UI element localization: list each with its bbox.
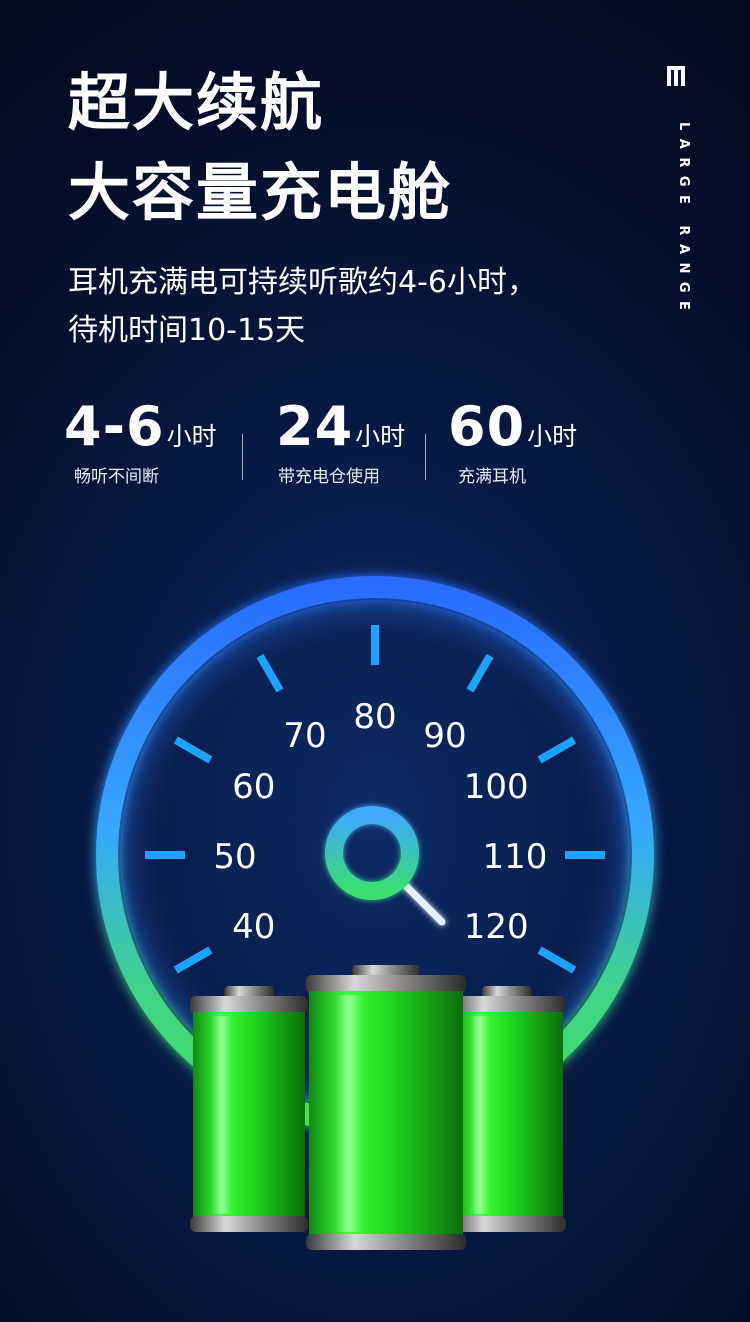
- battery: [448, 986, 566, 1232]
- gauge-tick-label: 40: [232, 907, 275, 947]
- gauge-tick-label: 50: [213, 837, 256, 877]
- gauge-tick-label: 110: [483, 837, 548, 877]
- battery-bottom-rim: [306, 1234, 466, 1250]
- battery-shine: [334, 995, 364, 1232]
- battery-fill: [193, 1012, 305, 1218]
- battery-bottom-rim: [190, 1216, 308, 1232]
- battery-fill: [309, 991, 463, 1236]
- gauge-tick-label: 90: [423, 716, 466, 756]
- battery-top-rim: [448, 996, 566, 1014]
- gauge-tick-label: 80: [353, 697, 396, 737]
- battery-group: [190, 965, 566, 1250]
- battery: [190, 986, 308, 1232]
- battery-shine: [211, 1016, 233, 1214]
- gauge-tick-label: 100: [464, 767, 529, 807]
- gauge-tick-label: 70: [283, 716, 326, 756]
- gauge-graphic: 40 50 6070 80 90 100 110 120: [96, 576, 654, 1250]
- battery-bottom-rim: [448, 1216, 566, 1232]
- battery: [306, 965, 466, 1250]
- battery-shine: [469, 1016, 491, 1214]
- battery-top-rim: [190, 996, 308, 1014]
- gauge-tick-label: 120: [464, 907, 529, 947]
- battery-top-rim: [306, 975, 466, 993]
- gauge-tick-label: 60: [232, 767, 275, 807]
- battery-fill: [451, 1012, 563, 1218]
